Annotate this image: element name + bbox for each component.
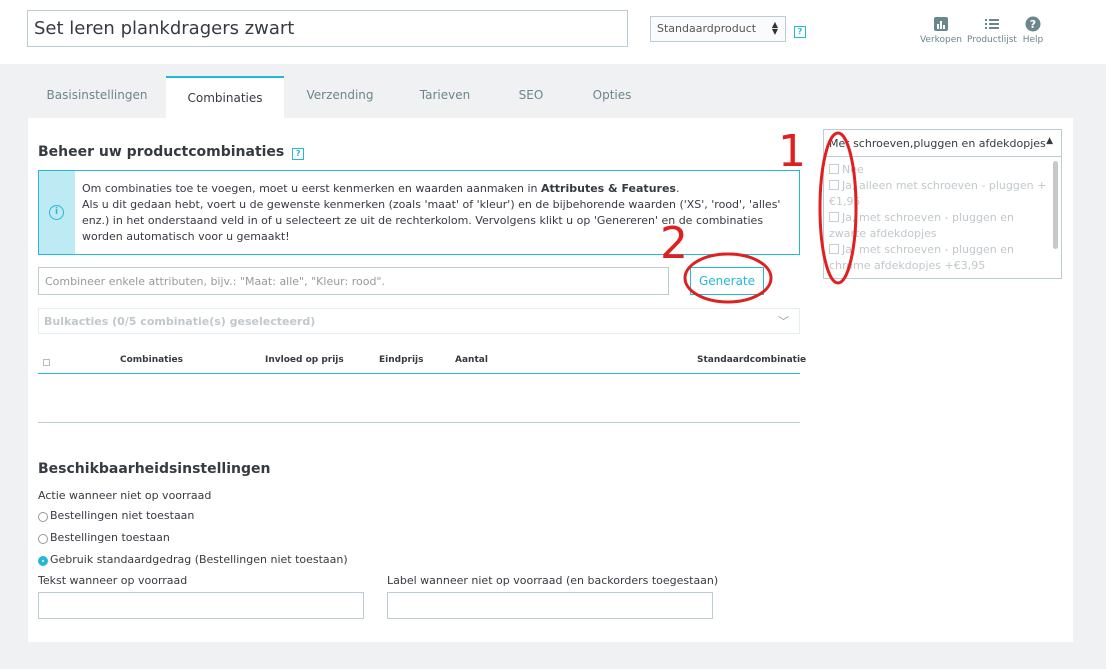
annotation-circle-1 bbox=[818, 131, 858, 285]
annotation-circles bbox=[683, 131, 858, 304]
annotation-circle-2 bbox=[683, 252, 773, 304]
